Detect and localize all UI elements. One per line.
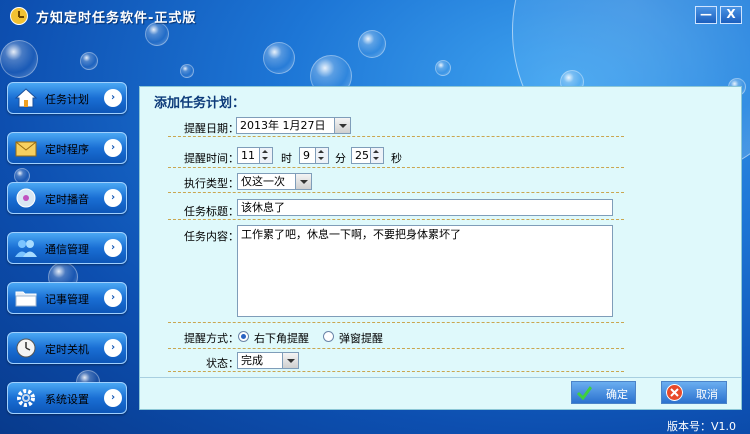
chevron-right-icon: ›	[104, 389, 122, 407]
folder-icon	[15, 291, 37, 307]
spin-arrows-icon[interactable]	[315, 148, 328, 163]
title-bar: 方知定时任务软件-正式版 — X	[0, 0, 750, 32]
sidebar-item-label: 定时程序	[45, 143, 89, 156]
dropdown-arrow-icon[interactable]	[334, 118, 350, 133]
chevron-right-icon: ›	[104, 239, 122, 257]
second-stepper[interactable]: 25	[351, 147, 384, 164]
sidebar-item-notes[interactable]: 记事管理 ›	[7, 282, 127, 314]
second-value: 25	[355, 149, 369, 162]
chevron-right-icon: ›	[104, 339, 122, 357]
cancel-icon	[666, 384, 683, 401]
bubble-decoration	[180, 64, 194, 78]
sidebar-item-timed-broadcast[interactable]: 定时播音 ›	[7, 182, 127, 214]
bubble-decoration	[358, 30, 386, 58]
time-label: 提醒时间：	[184, 152, 239, 165]
chevron-right-icon: ›	[104, 289, 122, 307]
bubble-decoration	[263, 42, 295, 74]
remind-popup-radio[interactable]	[323, 331, 334, 342]
type-label: 执行类型：	[184, 177, 239, 190]
sidebar-item-timed-program[interactable]: 定时程序 ›	[7, 132, 127, 164]
dropdown-arrow-icon[interactable]	[295, 174, 311, 189]
version-label: 版本号：V1.0	[666, 420, 736, 433]
row-divider	[168, 219, 624, 220]
hour-unit: 时	[281, 152, 292, 165]
window-title: 方知定时任务软件-正式版	[36, 11, 197, 26]
sidebar-item-settings[interactable]: 系统设置 ›	[7, 382, 127, 414]
sidebar-item-label: 记事管理	[45, 293, 89, 306]
bubble-decoration	[435, 60, 451, 76]
bubble-decoration	[0, 40, 38, 78]
second-unit: 秒	[391, 152, 402, 165]
status-select[interactable]: 完成	[237, 352, 299, 369]
ok-label: 确定	[606, 388, 628, 401]
task-title-label: 任务标题：	[184, 205, 239, 218]
row-divider	[168, 167, 624, 168]
gear-icon	[17, 389, 35, 407]
status-label: 状态：	[206, 357, 239, 370]
sidebar-item-communication[interactable]: 通信管理 ›	[7, 232, 127, 264]
remind-method-label: 提醒方式：	[184, 332, 239, 345]
dropdown-arrow-icon[interactable]	[282, 353, 298, 368]
execution-type-value: 仅这一次	[241, 175, 285, 188]
remind-corner-radio[interactable]	[238, 331, 249, 342]
minute-value: 9	[303, 149, 310, 162]
sidebar-item-task-plan[interactable]: 任务计划 ›	[7, 82, 127, 114]
sidebar-item-label: 系统设置	[45, 393, 89, 406]
task-title-input[interactable]: 该休息了	[237, 199, 613, 216]
bubble-decoration	[80, 52, 98, 70]
mail-icon	[15, 141, 37, 157]
chevron-right-icon: ›	[104, 189, 122, 207]
row-divider	[168, 136, 624, 137]
cancel-button[interactable]: 取消	[661, 381, 727, 404]
remind-popup-label[interactable]: 弹窗提醒	[339, 330, 383, 346]
spin-arrows-icon[interactable]	[370, 148, 383, 163]
task-content-label: 任务内容：	[184, 230, 239, 243]
panel-heading: 添加任务计划：	[154, 96, 246, 111]
add-task-panel: 添加任务计划： 提醒日期： 2013年 1月27日 提醒时间： 11 时 9 分…	[139, 86, 742, 410]
clock-icon	[16, 338, 36, 358]
status-value: 完成	[241, 354, 263, 367]
task-content-textarea[interactable]: 工作累了吧，休息一下啊，不要把身体累坏了	[237, 225, 613, 317]
cancel-label: 取消	[696, 388, 718, 401]
minimize-button[interactable]: —	[695, 6, 717, 24]
users-icon	[15, 240, 37, 257]
panel-bottom-divider	[140, 377, 741, 378]
date-value: 2013年 1月27日	[240, 119, 326, 132]
chevron-right-icon: ›	[104, 139, 122, 157]
checkmark-icon	[576, 386, 593, 401]
close-button[interactable]: X	[720, 6, 742, 24]
sidebar-item-label: 定时播音	[45, 193, 89, 206]
disc-icon	[16, 188, 36, 208]
minute-unit: 分	[335, 152, 346, 165]
app-window: 方知定时任务软件-正式版 — X 任务计划 › 定时程序 › 定时播音 › 通信…	[0, 0, 750, 434]
sidebar-item-shutdown[interactable]: 定时关机 ›	[7, 332, 127, 364]
app-clock-icon	[10, 7, 28, 25]
sidebar-item-label: 定时关机	[45, 343, 89, 356]
minute-stepper[interactable]: 9	[299, 147, 329, 164]
row-divider	[168, 192, 624, 193]
home-icon	[14, 88, 38, 108]
spin-arrows-icon[interactable]	[259, 148, 272, 163]
sidebar-item-label: 通信管理	[45, 243, 89, 256]
remind-corner-label[interactable]: 右下角提醒	[254, 330, 309, 346]
date-label: 提醒日期：	[184, 122, 239, 135]
row-divider	[168, 322, 624, 323]
date-picker[interactable]: 2013年 1月27日	[236, 117, 351, 134]
row-divider	[168, 348, 624, 349]
execution-type-select[interactable]: 仅这一次	[237, 173, 312, 190]
sidebar-item-label: 任务计划	[45, 93, 89, 106]
hour-value: 11	[241, 149, 255, 162]
row-divider	[168, 371, 624, 372]
hour-stepper[interactable]: 11	[237, 147, 273, 164]
chevron-right-icon: ›	[104, 89, 122, 107]
ok-button[interactable]: 确定	[571, 381, 636, 404]
